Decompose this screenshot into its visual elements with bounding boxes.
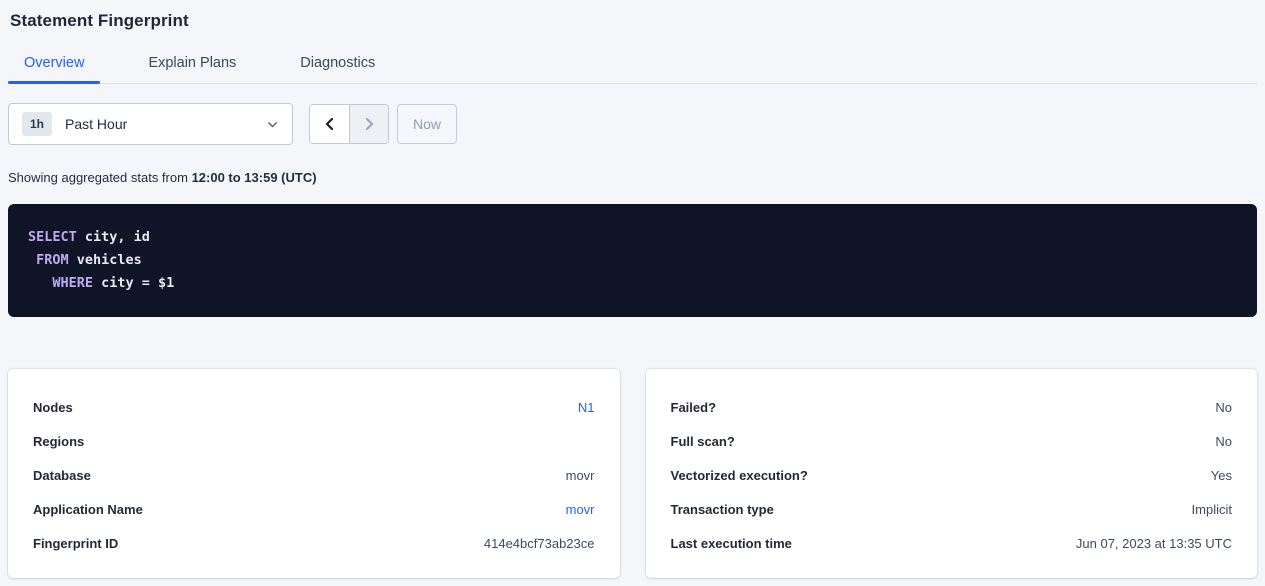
row-value: movr — [566, 468, 595, 483]
row-label: Failed? — [671, 400, 717, 415]
info-row-application-name: Application Name movr — [33, 492, 595, 526]
row-label: Database — [33, 468, 91, 483]
row-value: Implicit — [1192, 502, 1232, 517]
info-row-last-execution-time: Last execution time Jun 07, 2023 at 13:3… — [671, 526, 1233, 560]
info-row-regions: Regions — [33, 424, 595, 458]
sql-line: SELECT city, id — [28, 226, 1237, 249]
execution-attributes-card: Failed? No Full scan? No Vectorized exec… — [646, 369, 1258, 578]
tab-explain-plans[interactable]: Explain Plans — [132, 45, 252, 83]
page-title: Statement Fingerprint — [8, 0, 1257, 30]
stats-prefix: Showing aggregated stats from — [8, 170, 192, 185]
sql-text: vehicles — [69, 252, 142, 268]
time-range-label: Past Hour — [65, 116, 266, 132]
application-name-link[interactable]: movr — [566, 502, 595, 517]
info-row-nodes: Nodes N1 — [33, 390, 595, 424]
info-cards: Nodes N1 Regions Database movr Applicati… — [8, 369, 1257, 578]
row-label: Application Name — [33, 502, 143, 517]
sql-line: WHERE city = $1 — [28, 272, 1237, 295]
previous-interval-button[interactable] — [310, 105, 349, 143]
sql-keyword: WHERE — [52, 275, 93, 291]
sql-keyword: FROM — [36, 252, 69, 268]
aggregated-stats-summary: Showing aggregated stats from 12:00 to 1… — [8, 170, 1257, 185]
sql-line: FROM vehicles — [28, 249, 1237, 272]
tab-bar: Overview Explain Plans Diagnostics — [8, 45, 1257, 84]
sql-text: city = $1 — [93, 275, 174, 291]
row-value: 414e4bcf73ab23ce — [484, 536, 595, 551]
info-row-transaction-type: Transaction type Implicit — [671, 492, 1233, 526]
chevron-down-icon — [266, 118, 279, 131]
time-toolbar: 1h Past Hour Now — [8, 103, 1257, 145]
info-row-full-scan: Full scan? No — [671, 424, 1233, 458]
statement-details-card: Nodes N1 Regions Database movr Applicati… — [8, 369, 620, 578]
row-label: Nodes — [33, 400, 73, 415]
row-label: Fingerprint ID — [33, 536, 118, 551]
row-label: Regions — [33, 434, 84, 449]
tab-diagnostics[interactable]: Diagnostics — [284, 45, 391, 83]
tab-overview[interactable]: Overview — [8, 45, 100, 83]
stats-time-range: 12:00 to 13:59 (UTC) — [192, 170, 317, 185]
time-step-buttons — [309, 104, 389, 144]
info-row-vectorized-execution: Vectorized execution? Yes — [671, 458, 1233, 492]
row-value: Jun 07, 2023 at 13:35 UTC — [1076, 536, 1232, 551]
chevron-left-icon — [322, 116, 338, 132]
time-interval-badge: 1h — [22, 112, 52, 136]
sql-statement-box: SELECT city, id FROM vehicles WHERE city… — [8, 204, 1257, 317]
next-interval-button[interactable] — [349, 105, 388, 143]
sql-keyword: SELECT — [28, 229, 77, 245]
chevron-right-icon — [361, 116, 377, 132]
info-row-database: Database movr — [33, 458, 595, 492]
row-label: Full scan? — [671, 434, 735, 449]
row-label: Transaction type — [671, 502, 774, 517]
sql-text: city, id — [77, 229, 150, 245]
info-row-fingerprint-id: Fingerprint ID 414e4bcf73ab23ce — [33, 526, 595, 560]
info-row-failed: Failed? No — [671, 390, 1233, 424]
row-label: Last execution time — [671, 536, 792, 551]
now-button[interactable]: Now — [397, 104, 457, 144]
row-value: No — [1215, 400, 1232, 415]
row-value: No — [1215, 434, 1232, 449]
row-value: Yes — [1211, 468, 1232, 483]
nodes-link[interactable]: N1 — [578, 400, 595, 415]
statement-fingerprint-page: Statement Fingerprint Overview Explain P… — [0, 0, 1265, 578]
row-label: Vectorized execution? — [671, 468, 808, 483]
time-range-dropdown[interactable]: 1h Past Hour — [8, 103, 293, 145]
